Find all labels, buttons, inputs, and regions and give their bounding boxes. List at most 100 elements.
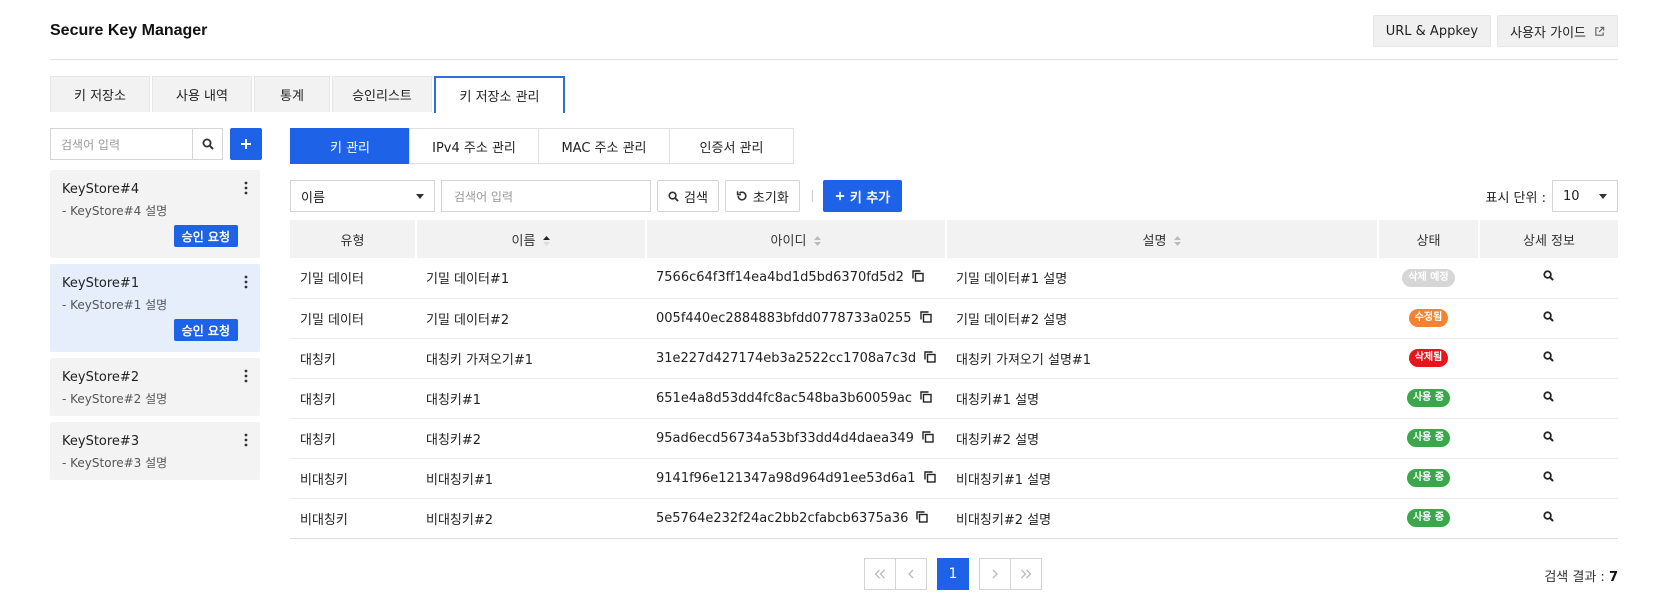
key-table: 유형 이름 아이디 설명 상태 상세 정보 기밀 데이터 기밀 데이터#1 7566… (290, 220, 1618, 539)
copy-icon[interactable] (923, 470, 936, 483)
first-page-button[interactable] (864, 558, 896, 590)
cell-desc: 기밀 데이터#1 설명 (946, 258, 1378, 299)
col-details: 상세 정보 (1478, 220, 1618, 258)
copy-icon[interactable] (920, 390, 932, 403)
chevron-right-icon (992, 569, 998, 579)
plus-icon (241, 139, 251, 149)
cell-details (1479, 298, 1618, 339)
prev-page-button[interactable] (895, 558, 927, 590)
search-icon[interactable] (1543, 310, 1554, 322)
sub-tabs: 키 관리 IPv4 주소 관리 MAC 주소 관리 인증서 관리 (290, 128, 794, 164)
double-chevron-right-icon (1021, 569, 1032, 579)
copy-icon[interactable] (924, 350, 936, 363)
tab-usage-history[interactable]: 사용 내역 (152, 76, 252, 112)
copy-icon[interactable] (919, 310, 932, 323)
keystore-desc: - KeyStore#2 설명 (62, 392, 168, 406)
tab-approval-list[interactable]: 승인리스트 (332, 76, 432, 112)
search-input[interactable]: 검색어 입력 (441, 180, 651, 212)
col-id[interactable]: 아이디 (645, 220, 946, 258)
cell-type: 기밀 데이터 (290, 298, 416, 339)
tab-statistics[interactable]: 통계 (254, 76, 330, 112)
search-field-select[interactable]: 이름 (290, 180, 435, 212)
double-chevron-left-icon (874, 569, 885, 579)
more-vertical-icon[interactable] (242, 432, 250, 448)
cell-name: 대칭키#2 (416, 418, 646, 459)
search-result-count: 검색 결과 : 7 (1544, 566, 1618, 585)
refresh-icon (736, 191, 747, 201)
reset-button[interactable]: 초기화 (724, 180, 800, 212)
cell-id: 31e227d427174eb3a2522cc1708a7c3d (646, 338, 946, 379)
tab-keystore[interactable]: 키 저장소 (50, 76, 150, 112)
copy-icon[interactable] (912, 270, 924, 282)
last-page-button[interactable] (1010, 558, 1042, 590)
subtab-ipv4-management[interactable]: IPv4 주소 관리 (409, 128, 539, 164)
subtab-key-management[interactable]: 키 관리 (290, 128, 410, 164)
next-page-button[interactable] (979, 558, 1011, 590)
search-field-value: 이름 (301, 190, 325, 206)
more-vertical-icon[interactable] (242, 180, 250, 196)
keystore-desc: - KeyStore#4 설명 (62, 204, 168, 218)
search-icon[interactable] (1543, 510, 1554, 522)
col-desc-label: 설명 (1142, 233, 1167, 249)
add-key-label: 키 추가 (849, 190, 891, 206)
cell-name: 대칭키#1 (416, 378, 646, 419)
cell-details (1479, 258, 1618, 299)
cell-details (1479, 458, 1618, 499)
cell-type: 대칭키 (290, 418, 416, 459)
caret-down-icon (416, 193, 424, 199)
keystore-name: KeyStore#1 (62, 276, 140, 291)
status-badge: 사용 중 (1406, 429, 1451, 447)
keystore-card-1[interactable]: KeyStore#1 - KeyStore#1 설명 승인 요청 (50, 264, 260, 352)
cell-name: 비대칭키#2 (416, 498, 646, 539)
header-actions: URL & Appkey 사용자 가이드 (1372, 15, 1618, 47)
keystore-card-3[interactable]: KeyStore#3 - KeyStore#3 설명 (50, 422, 260, 480)
table-row: 비대칭키 비대칭키#2 5e5764e232f24ac2bb2cfabcb6375a… (290, 498, 1618, 539)
result-count: 7 (1608, 570, 1618, 585)
copy-icon[interactable] (916, 510, 929, 523)
cell-details (1479, 378, 1618, 419)
search-button[interactable]: 검색 (657, 180, 719, 212)
keystore-card-4[interactable]: KeyStore#4 - KeyStore#4 설명 승인 요청 (50, 170, 260, 258)
cell-details (1479, 338, 1618, 379)
search-icon[interactable] (1543, 470, 1554, 482)
filter-bar: 이름 검색어 입력 검색 초기화 키 추가 (290, 180, 903, 212)
sidebar-search-input[interactable]: 검색어 입력 (50, 128, 193, 160)
approval-request-button[interactable]: 승인 요청 (173, 225, 238, 247)
table-row: 대칭키 대칭키#2 95ad6ecd56734a53bf33dd4d4daea349… (290, 418, 1618, 459)
external-link-icon (1595, 26, 1605, 36)
subtab-certificate-management[interactable]: 인증서 관리 (669, 128, 794, 164)
status-badge: 사용 중 (1406, 509, 1451, 527)
add-keystore-button[interactable] (230, 128, 262, 160)
pagination: 1 (864, 558, 1042, 590)
col-desc[interactable]: 설명 (945, 220, 1378, 258)
sort-icon (814, 236, 822, 246)
col-type: 유형 (290, 220, 416, 258)
copy-icon[interactable] (922, 430, 934, 443)
col-id-label: 아이디 (770, 233, 807, 249)
more-vertical-icon[interactable] (242, 368, 250, 384)
tab-keystore-management[interactable]: 키 저장소 관리 (434, 76, 565, 113)
search-icon[interactable] (1543, 430, 1554, 442)
key-id: 31e227d427174eb3a2522cc1708a7c3d (656, 350, 917, 366)
key-id: 7566c64f3ff14ea4bd1d5bd6370fd5d2 (656, 270, 904, 286)
approval-request-button[interactable]: 승인 요청 (173, 319, 238, 341)
app-header: Secure Key Manager URL & Appkey 사용자 가이드 (50, 14, 1618, 60)
cell-desc: 대칭키#1 설명 (946, 378, 1378, 419)
app-title: Secure Key Manager (50, 22, 208, 39)
keystore-card-2[interactable]: KeyStore#2 - KeyStore#2 설명 (50, 358, 260, 416)
per-page-select[interactable]: 10 (1552, 180, 1618, 212)
status-badge: 사용 중 (1406, 389, 1451, 407)
key-id: 005f440ec2884883bfdd0778733a0255 (656, 310, 912, 326)
add-key-button[interactable]: 키 추가 (822, 180, 903, 212)
page-1-button[interactable]: 1 (937, 558, 969, 590)
sidebar-search-button[interactable] (193, 128, 223, 160)
search-icon[interactable] (1543, 390, 1554, 402)
user-guide-button[interactable]: 사용자 가이드 (1497, 15, 1618, 47)
subtab-mac-management[interactable]: MAC 주소 관리 (538, 128, 670, 164)
cell-status: 사용 중 (1378, 498, 1479, 539)
url-appkey-button[interactable]: URL & Appkey (1372, 15, 1492, 47)
col-name[interactable]: 이름 (415, 220, 646, 258)
search-icon[interactable] (1543, 350, 1554, 362)
search-icon[interactable] (1543, 270, 1554, 282)
more-vertical-icon[interactable] (242, 274, 250, 290)
